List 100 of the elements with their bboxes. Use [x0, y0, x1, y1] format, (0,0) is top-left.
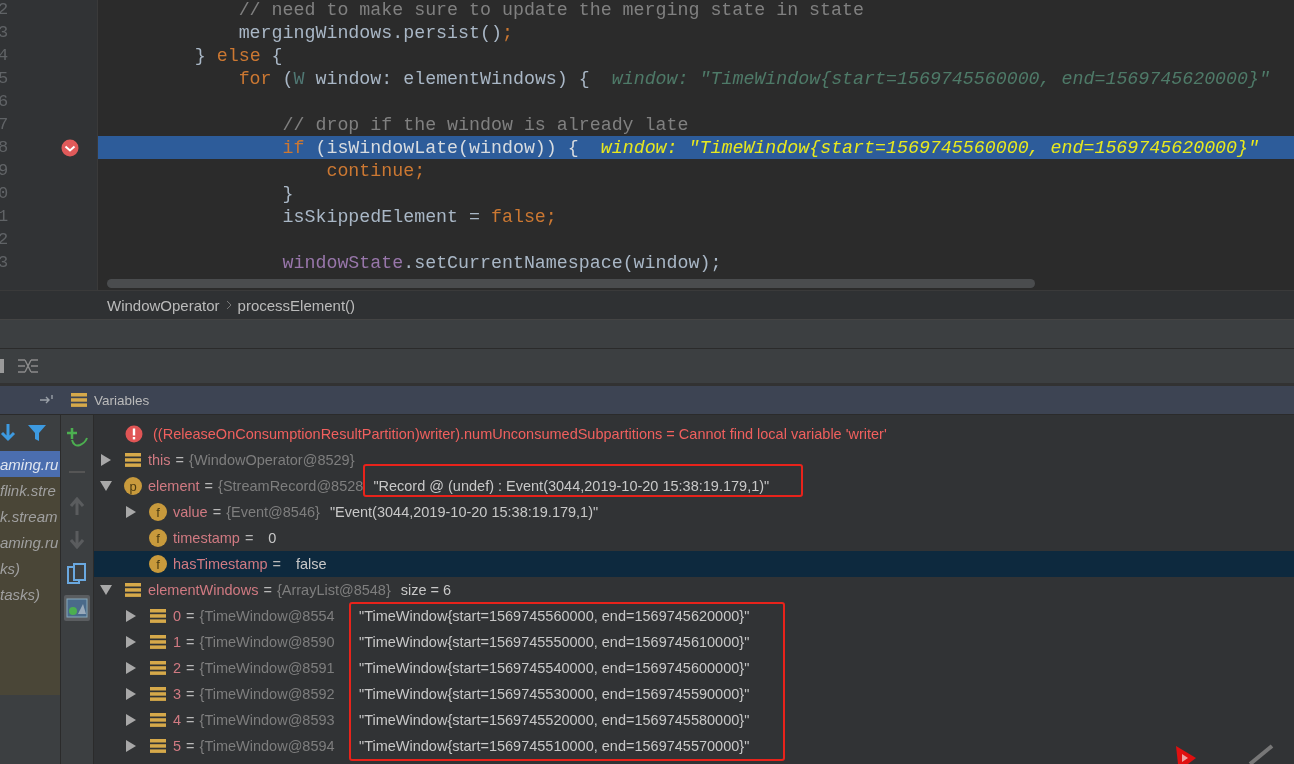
expand-arrow-icon[interactable] — [100, 454, 112, 466]
code-token: windowState — [281, 252, 404, 273]
filter-icon[interactable] — [28, 424, 46, 442]
breadcrumb[interactable]: WindowOperator — [107, 296, 220, 314]
code-token: ( — [281, 68, 294, 89]
list-icon — [149, 738, 167, 754]
list-icon — [70, 392, 88, 408]
variable-type: {TimeWindow@8591 — [199, 660, 335, 676]
variable-name: hasTimestamp — [173, 556, 268, 572]
variable-type: {StreamRecord@8528 — [218, 478, 364, 494]
stack-frame[interactable]: aming.ru — [0, 451, 60, 477]
code-token: if — [281, 137, 305, 158]
variable-name: element — [148, 478, 200, 494]
code-token: .setCurrentNamespace(window); — [403, 252, 722, 273]
variable-value: "TimeWindow{start=1569745520000, end=1569745580000}" — [359, 712, 750, 728]
code-token: // drop if the window is already late — [281, 114, 689, 135]
list-icon — [149, 660, 167, 676]
variable-name: 3 — [173, 686, 182, 702]
equals-sign: = — [186, 660, 195, 676]
code-token: isSkippedElement = — [281, 206, 481, 227]
variable-type: {Event@8546} — [226, 504, 320, 520]
down-arrow-icon[interactable] — [0, 424, 16, 442]
stack-frame[interactable]: flink.stre — [0, 477, 60, 503]
variable-value: "Event(3044,2019-10-20 15:38:19.179,1)" — [329, 504, 599, 520]
list-icon — [149, 634, 167, 650]
expand-arrow-icon[interactable] — [125, 662, 137, 674]
variable-value: "TimeWindow{start=1569745560000, end=1569745620000}" — [359, 608, 750, 624]
image-icon[interactable] — [66, 598, 88, 618]
variable-type: {ArrayList@8548} — [276, 582, 391, 598]
list-icon — [124, 582, 142, 598]
pin-arrow-icon[interactable] — [40, 395, 54, 405]
equals-sign: = — [244, 530, 254, 546]
list-icon — [149, 712, 167, 728]
field-badge: f — [149, 503, 167, 521]
variable-value: "TimeWindow{start=1569745510000, end=1569745570000}" — [359, 738, 750, 754]
variable-type: {TimeWindow@8593 — [199, 712, 335, 728]
code-token: mergingWindows.persist() — [237, 22, 502, 43]
variable-value: false — [296, 556, 327, 572]
param-badge: p — [124, 477, 142, 495]
code-token: { — [270, 45, 283, 66]
add-watch-icon[interactable] — [66, 427, 88, 449]
variable-type: {TimeWindow@8594 — [199, 738, 335, 754]
inline-value-hint: window: "TimeWindow{start=1569745560000, end=1569745620000}" — [611, 68, 1270, 89]
equals-sign: = — [186, 738, 195, 754]
expand-arrow-icon[interactable] — [125, 610, 137, 622]
breakpoint-icon[interactable] — [61, 139, 79, 157]
expand-arrow-icon[interactable] — [125, 506, 137, 518]
code-token: W — [293, 68, 305, 89]
expand-arrow-icon[interactable] — [125, 714, 137, 726]
inline-value-hint: window: "TimeWindow{start=1569745560000, end=1569745620000}" — [600, 137, 1259, 158]
variable-name: 1 — [173, 634, 182, 650]
stack-frame[interactable]: ks) — [0, 555, 60, 581]
scrollbar[interactable] — [107, 279, 1035, 288]
variable-type: {TimeWindow@8592 — [199, 686, 335, 702]
list-icon — [149, 686, 167, 702]
variable-type: {WindowOperator@8529} — [189, 452, 355, 468]
equals-sign: = — [175, 452, 185, 468]
collapse-arrow-icon[interactable] — [100, 480, 112, 492]
expand-arrow-icon[interactable] — [125, 688, 137, 700]
code-token: for — [237, 68, 272, 89]
equals-sign: = — [186, 634, 195, 650]
code-token: // need to make sure to update the merging state in state — [237, 0, 864, 20]
equals-sign: = — [272, 556, 282, 572]
error-icon — [125, 425, 143, 443]
variable-value: "TimeWindow{start=1569745540000, end=1569745600000}" — [359, 660, 750, 676]
error-message: ((ReleaseOnConsumptionResultPartition)writer).numUnconsumedSubpartitions = Cannot find local variable 'writer' — [153, 426, 887, 442]
flag-icon — [1174, 744, 1274, 764]
expand-arrow-icon[interactable] — [125, 740, 137, 752]
variable-name: 2 — [173, 660, 182, 676]
layout-icon[interactable] — [17, 358, 39, 374]
equals-sign: = — [212, 504, 222, 520]
breadcrumb[interactable]: processElement() — [237, 296, 356, 314]
code-token: continue; — [325, 160, 426, 181]
field-badge: f — [149, 529, 167, 547]
stack-frame[interactable]: k.stream — [0, 503, 60, 529]
panel-icon[interactable] — [0, 358, 5, 374]
equals-sign: = — [186, 608, 195, 624]
stack-frame[interactable]: aming.ru — [0, 529, 60, 555]
chevron-icon — [225, 300, 232, 310]
stack-frame[interactable]: tasks) — [0, 581, 60, 607]
expand-arrow-icon[interactable] — [125, 636, 137, 648]
variable-type: {TimeWindow@8590 — [199, 634, 335, 650]
equals-sign: = — [204, 478, 214, 494]
list-icon — [124, 452, 142, 468]
code-token: false; — [490, 206, 557, 227]
code-token: else — [216, 45, 261, 66]
panel-title: Variables — [94, 392, 150, 408]
code-token: } — [281, 183, 294, 204]
equals-sign: = — [263, 582, 272, 598]
copy-icon[interactable] — [67, 563, 87, 585]
variable-name: value — [173, 504, 208, 520]
variable-name: 0 — [173, 608, 182, 624]
list-icon — [149, 608, 167, 624]
variable-value: "Record @ (undef) : Event(3044,2019-10-20 15:38:19.179,1)" — [373, 478, 770, 494]
variable-name: timestamp — [173, 530, 240, 546]
collapse-arrow-icon[interactable] — [100, 584, 112, 596]
code-token: (isWindowLate(window)) { — [314, 137, 579, 158]
equals-sign: = — [186, 712, 195, 728]
variable-name: 4 — [173, 712, 182, 728]
variable-value: "TimeWindow{start=1569745550000, end=1569745610000}" — [359, 634, 750, 650]
